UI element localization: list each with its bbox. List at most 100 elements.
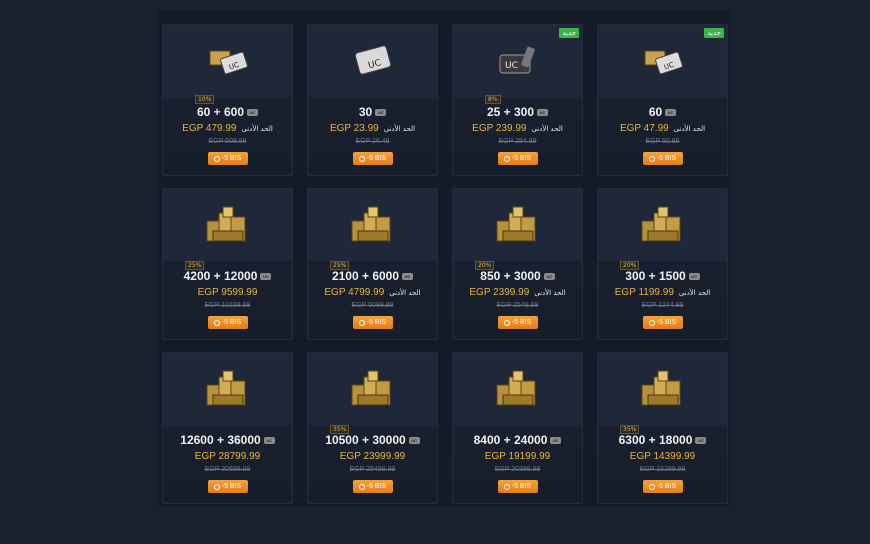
discount-label: -5 BIS xyxy=(221,155,242,162)
uc-quantity: 60 + 600 UC xyxy=(163,105,292,119)
min-price-label: الحد الأدنى xyxy=(534,288,566,297)
discount-icon xyxy=(213,319,220,326)
uc-stack-icon xyxy=(346,367,400,411)
price-row: EGP 1199.99 الحد الأدنى xyxy=(598,287,727,298)
uc-quantity-text: 60 xyxy=(648,105,663,119)
min-price-label: الحد الأدنى xyxy=(383,124,416,133)
product-card[interactable]: UC 30 UC EGP 23.99 الحد الأدنى EGP 26.49 -5 BI… xyxy=(307,24,438,176)
product-card[interactable]: 35% 10500 + 30000 UC EGP 23999.99 EGP 25499.… xyxy=(307,352,438,504)
new-badge: جديد xyxy=(704,28,724,38)
product-image xyxy=(598,353,727,425)
uc-coin-icon: UC xyxy=(402,272,414,280)
product-card[interactable]: 20% 850 + 3000 UC EGP 2399.99 الحد الأدنى EGP… xyxy=(452,188,583,340)
discount-label: -5 BIS xyxy=(221,319,242,326)
discount-label: -5 BIS xyxy=(366,155,387,162)
original-price: EGP 26.49 xyxy=(355,138,390,145)
uc-store-panel: UC 10% 60 + 600 UC EGP 479.99 الحد الأدنى EGP … xyxy=(158,10,730,506)
uc-stack-icon xyxy=(491,367,545,411)
uc-pack-small-icon: UC xyxy=(204,41,252,81)
price: EGP 1199.99 xyxy=(614,287,674,298)
uc-quantity: 12600 + 36000 UC xyxy=(163,433,292,447)
product-card[interactable]: 25% 4200 + 12000 UC EGP 9599.99 EGP 10199.99… xyxy=(162,188,293,340)
discount-icon xyxy=(358,319,365,326)
product-image xyxy=(308,189,437,261)
discount-button[interactable]: -5 BIS xyxy=(642,480,683,493)
discount-label: -5 BIS xyxy=(511,155,532,162)
discount-button[interactable]: -5 BIS xyxy=(352,152,393,165)
product-card[interactable]: UC 10% 60 + 600 UC EGP 479.99 الحد الأدنى EGP … xyxy=(162,24,293,176)
product-card[interactable]: 8400 + 24000 UC EGP 19199.99 EGP 20399.99 -5… xyxy=(452,352,583,504)
product-image xyxy=(308,353,437,425)
bonus-badge: 10% xyxy=(195,95,215,104)
original-price: EGP 20399.99 xyxy=(494,466,541,473)
price: EGP 2399.99 xyxy=(469,287,530,298)
uc-quantity-text: 4200 + 12000 xyxy=(183,269,258,283)
discount-button[interactable]: -5 BIS xyxy=(497,152,538,165)
original-price: EGP 50.99 xyxy=(645,138,680,145)
uc-coin-icon: UC xyxy=(408,436,420,444)
uc-card-icon: UC xyxy=(349,41,397,81)
price-row: EGP 239.99 الحد الأدنى xyxy=(453,123,582,134)
price: EGP 47.99 xyxy=(619,123,669,134)
uc-stack-icon xyxy=(346,203,400,247)
uc-quantity: 10500 + 30000 UC xyxy=(308,433,437,447)
product-card[interactable]: 35% 6300 + 18000 UC EGP 14399.99 EGP 15299.9… xyxy=(597,352,728,504)
svg-text:UC: UC xyxy=(505,61,518,71)
product-card[interactable]: 25% 2100 + 6000 UC EGP 4799.99 الحد الأدنى EG… xyxy=(307,188,438,340)
price: EGP 14399.99 xyxy=(629,451,696,462)
product-image xyxy=(163,353,292,425)
discount-label: -5 BIS xyxy=(511,483,532,490)
discount-icon xyxy=(358,483,365,490)
uc-coin-icon: UC xyxy=(550,436,562,444)
product-card[interactable]: UC جديد 60 UC EGP 47.99 الحد الأدنى EGP 50.99-… xyxy=(597,24,728,176)
product-card[interactable]: UC جديد 8% 25 + 300 UC EGP 239.99 الحد الأدنى E… xyxy=(452,24,583,176)
product-image xyxy=(453,353,582,425)
discount-icon xyxy=(213,155,220,162)
price-row: EGP 47.99 الحد الأدنى xyxy=(598,123,727,134)
uc-quantity-text: 12600 + 36000 xyxy=(180,433,261,447)
discount-label: -5 BIS xyxy=(656,319,677,326)
discount-button[interactable]: -5 BIS xyxy=(352,316,393,329)
discount-label: -5 BIS xyxy=(511,319,532,326)
price: EGP 23.99 xyxy=(329,123,379,134)
uc-quantity-text: 10500 + 30000 xyxy=(325,433,406,447)
uc-quantity: 25 + 300 UC xyxy=(453,105,582,119)
uc-quantity: 2100 + 6000 UC xyxy=(308,269,437,283)
product-card[interactable]: 12600 + 36000 UC EGP 28799.99 EGP 30599.99 -… xyxy=(162,352,293,504)
product-card[interactable]: 20% 300 + 1500 UC EGP 1199.99 الحد الأدنى EGP… xyxy=(597,188,728,340)
uc-quantity-text: 2100 + 6000 xyxy=(331,269,400,283)
discount-button[interactable]: -5 BIS xyxy=(207,480,248,493)
price: EGP 239.99 xyxy=(472,123,527,134)
uc-coin-icon: UC xyxy=(260,272,272,280)
discount-button[interactable]: -5 BIS xyxy=(642,316,683,329)
original-price: EGP 254.99 xyxy=(498,138,537,145)
uc-quantity: 850 + 3000 UC xyxy=(453,269,582,283)
uc-quantity-text: 8400 + 24000 xyxy=(473,433,548,447)
discount-icon xyxy=(648,319,655,326)
discount-button[interactable]: -5 BIS xyxy=(497,316,538,329)
original-price: EGP 30599.99 xyxy=(204,466,251,473)
price-row: EGP 23999.99 xyxy=(308,451,437,462)
discount-button[interactable]: -5 BIS xyxy=(352,480,393,493)
uc-quantity: 4200 + 12000 UC xyxy=(163,269,292,283)
discount-button[interactable]: -5 BIS xyxy=(642,152,683,165)
min-price-label: الحد الأدنى xyxy=(678,288,711,297)
discount-button[interactable]: -5 BIS xyxy=(497,480,538,493)
original-price: EGP 509.99 xyxy=(208,138,247,145)
price: EGP 9599.99 xyxy=(197,287,258,298)
min-price-label: الحد الأدنى xyxy=(241,124,273,133)
original-price: EGP 25499.99 xyxy=(349,466,396,473)
price: EGP 19199.99 xyxy=(484,451,551,462)
price: EGP 28799.99 xyxy=(194,451,261,462)
discount-button[interactable]: -5 BIS xyxy=(207,152,248,165)
uc-coin-icon: UC xyxy=(247,108,259,116)
uc-quantity-text: 30 xyxy=(358,105,373,119)
discount-label: -5 BIS xyxy=(656,155,677,162)
uc-stack-icon xyxy=(201,367,255,411)
uc-quantity: 300 + 1500 UC xyxy=(598,269,727,283)
uc-quantity-text: 850 + 3000 xyxy=(480,269,541,283)
uc-stack-icon xyxy=(201,203,255,247)
discount-button[interactable]: -5 BIS xyxy=(207,316,248,329)
uc-bag-icon: UC xyxy=(494,41,542,81)
discount-icon xyxy=(648,483,655,490)
